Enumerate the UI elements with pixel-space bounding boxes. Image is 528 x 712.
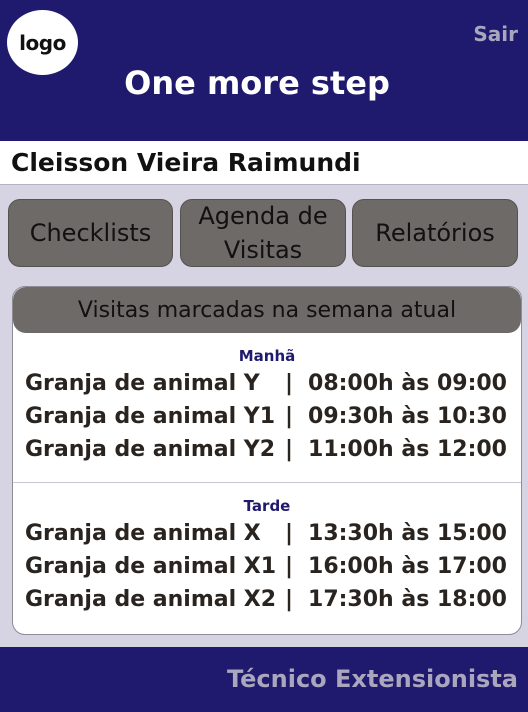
visit-time: 13:30h às 15:00 [308,521,507,546]
checklists-button[interactable]: Checklists [8,199,173,267]
user-name: Cleisson Vieira Raimundi [11,148,361,177]
page-title: One more step [124,64,390,102]
relatorios-button-label: Relatórios [375,219,495,247]
visit-time: 08:00h às 09:00 [308,371,507,396]
period-label-afternoon: Tarde [243,497,291,515]
visit-time: 09:30h às 10:30 [308,404,507,429]
agenda-visitas-button[interactable]: Agenda de Visitas [180,199,346,267]
visit-separator: | [285,404,294,429]
visit-row[interactable]: Granja de animal X2 | 17:30h às 18:00 [13,587,521,620]
visit-farm: Granja de animal X2 [25,587,277,612]
visit-farm: Granja de animal Y1 [25,404,276,429]
visits-panel-header: Visitas marcadas na semana atual [13,287,521,333]
visit-time: 17:30h às 18:00 [308,587,507,612]
app-footer: Técnico Extensionista [0,647,528,712]
visit-farm: Granja de animal X [25,521,261,546]
visit-row[interactable]: Granja de animal Y2 | 11:00h às 12:00 [13,437,521,470]
period-divider [13,482,521,483]
agenda-visitas-button-label: Agenda de Visitas [198,202,328,264]
checklists-button-label: Checklists [29,219,152,247]
visit-farm: Granja de animal X1 [25,554,277,579]
visit-farm: Granja de animal Y2 [25,437,276,462]
visit-separator: | [285,554,294,579]
visit-separator: | [285,521,294,546]
user-bar: Cleisson Vieira Raimundi [0,141,528,185]
visit-time: 16:00h às 17:00 [308,554,507,579]
visit-time: 11:00h às 12:00 [308,437,507,462]
relatorios-button[interactable]: Relatórios [352,199,518,267]
app-header: logo Sair One more step [0,0,528,141]
visit-separator: | [285,587,294,612]
visit-row[interactable]: Granja de animal Y | 08:00h às 09:00 [13,371,521,404]
visit-row[interactable]: Granja de animal Y1 | 09:30h às 10:30 [13,404,521,437]
visit-separator: | [285,371,294,396]
period-label-morning: Manhã [238,347,296,365]
user-role: Técnico Extensionista [226,665,518,693]
visit-row[interactable]: Granja de animal X | 13:30h às 15:00 [13,521,521,554]
visits-panel: Visitas marcadas na semana atual Manhã G… [12,286,522,635]
visits-panel-title: Visitas marcadas na semana atual [77,297,457,323]
visit-farm: Granja de animal Y [25,371,260,396]
logout-link[interactable]: Sair [473,22,518,46]
visit-row[interactable]: Granja de animal X1 | 16:00h às 17:00 [13,554,521,587]
visit-separator: | [285,437,294,462]
